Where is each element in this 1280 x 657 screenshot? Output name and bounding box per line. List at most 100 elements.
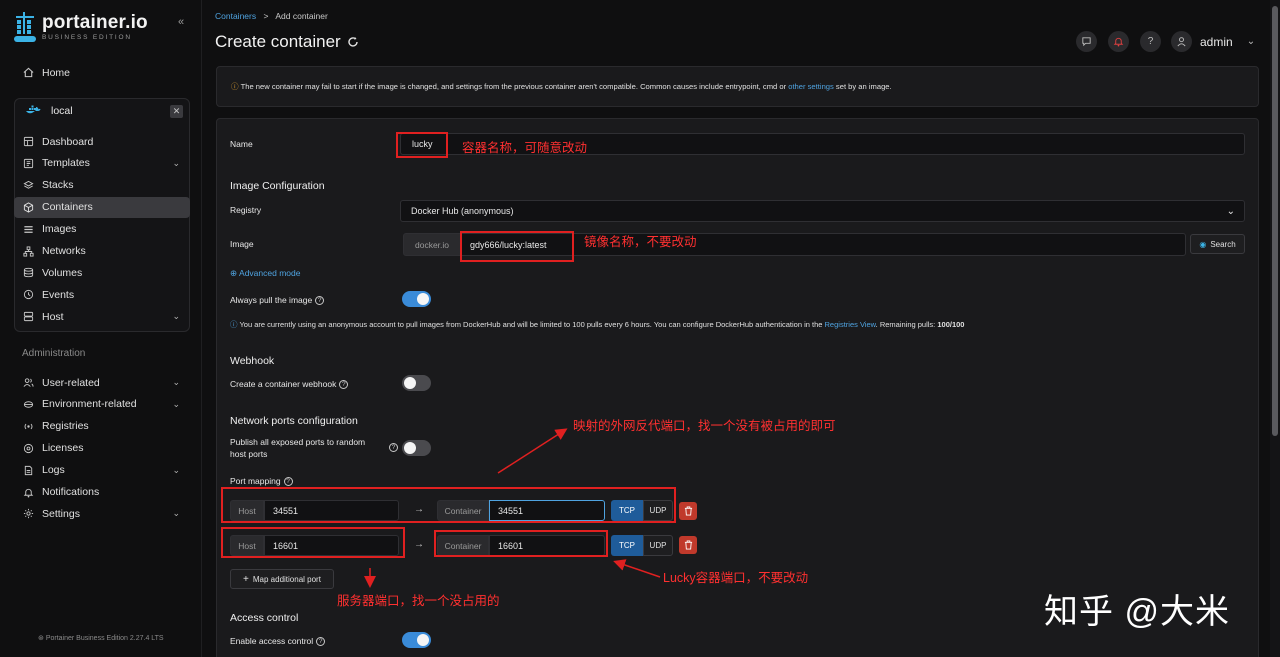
sidebar-item-networks[interactable]: Networks bbox=[14, 241, 190, 262]
logo[interactable]: portainer.io BUSINESS EDITION bbox=[14, 12, 148, 44]
breadcrumb-containers-link[interactable]: Containers bbox=[215, 11, 256, 21]
refresh-icon[interactable] bbox=[347, 36, 359, 48]
page-title: Create container bbox=[215, 32, 359, 52]
close-environment-icon[interactable]: ✕ bbox=[170, 105, 183, 118]
version-text: Portainer Business Edition 2.27.4 LTS bbox=[45, 635, 164, 642]
dockerhub-info-mid: . Remaining pulls: bbox=[875, 320, 938, 329]
other-settings-link[interactable]: other settings bbox=[788, 82, 834, 91]
bell-icon bbox=[22, 486, 34, 498]
volumes-icon bbox=[22, 267, 34, 279]
trash-icon bbox=[684, 540, 692, 550]
licenses-icon bbox=[22, 442, 34, 454]
warning-card: ⓘ The new container may fail to start if… bbox=[216, 66, 1259, 107]
app-root: portainer.io BUSINESS EDITION « Home loc… bbox=[0, 0, 1280, 657]
help-icon[interactable]: ? bbox=[283, 477, 293, 487]
registries-view-link[interactable]: Registries View bbox=[825, 320, 876, 329]
registry-value: Docker Hub (anonymous) bbox=[411, 206, 514, 216]
advanced-mode-link[interactable]: ⊕ Advanced mode bbox=[230, 268, 300, 279]
sidebar-item-logs[interactable]: Logs ⌄ bbox=[14, 460, 190, 481]
remove-port-button[interactable] bbox=[679, 502, 697, 520]
sidebar-item-label: Environment-related bbox=[42, 398, 137, 411]
info-icon: ⓘ bbox=[230, 320, 238, 329]
remove-port-button[interactable] bbox=[679, 536, 697, 554]
annotation-box-name bbox=[396, 132, 448, 158]
help-button[interactable]: ? bbox=[1140, 31, 1161, 52]
access-control-toggle[interactable] bbox=[402, 632, 431, 648]
user-menu[interactable]: admin ⌄ bbox=[1171, 31, 1255, 52]
advanced-mode-text: Advanced mode bbox=[239, 268, 301, 278]
environment-header[interactable]: local bbox=[25, 105, 73, 117]
chevron-down-icon: ⌄ bbox=[172, 508, 180, 519]
publish-all-text-1: Publish all exposed ports to random bbox=[230, 437, 366, 447]
chevron-down-icon: ⌄ bbox=[172, 398, 180, 409]
access-control-label: Enable access control? bbox=[230, 636, 326, 647]
username: admin bbox=[1200, 34, 1233, 49]
sidebar-item-host[interactable]: Host ⌄ bbox=[14, 306, 190, 327]
sidebar-item-licenses[interactable]: Licenses bbox=[14, 438, 190, 459]
help-icon[interactable]: ? bbox=[316, 637, 326, 647]
sidebar-item-label: Licenses bbox=[42, 442, 84, 455]
publish-all-toggle[interactable] bbox=[402, 440, 431, 456]
warning-icon: ⓘ bbox=[231, 82, 239, 91]
image-registry-prefix: docker.io bbox=[403, 233, 461, 256]
sidebar-item-volumes[interactable]: Volumes bbox=[14, 262, 190, 283]
scrollbar-thumb[interactable] bbox=[1272, 6, 1278, 436]
portainer-small-icon: ⊛ bbox=[38, 635, 44, 642]
help-icon[interactable]: ? bbox=[339, 380, 349, 390]
sidebar-item-dashboard[interactable]: Dashboard bbox=[14, 131, 190, 152]
host-icon bbox=[22, 311, 34, 323]
sidebar-item-settings[interactable]: Settings ⌄ bbox=[14, 503, 190, 524]
user-avatar-icon bbox=[1171, 31, 1192, 52]
templates-icon bbox=[22, 157, 34, 169]
webhook-toggle[interactable] bbox=[402, 375, 431, 391]
sidebar-item-label: User-related bbox=[42, 376, 100, 389]
warning-text-after: set by an image. bbox=[833, 82, 892, 91]
bell-alert-icon bbox=[1113, 37, 1124, 47]
sidebar: portainer.io BUSINESS EDITION « Home loc… bbox=[0, 0, 202, 657]
chat-icon bbox=[1082, 37, 1091, 47]
annotation-box-host-port bbox=[221, 527, 405, 558]
sidebar-item-events[interactable]: Events bbox=[14, 284, 190, 305]
sidebar-item-notifications[interactable]: Notifications bbox=[14, 482, 190, 503]
environment-icon bbox=[22, 398, 34, 410]
chevron-down-icon: ⌄ bbox=[1226, 205, 1235, 217]
search-image-button[interactable]: ◉ Search bbox=[1190, 234, 1245, 254]
sidebar-item-environment-related[interactable]: Environment-related ⌄ bbox=[14, 394, 190, 415]
annotation-name-note: 容器名称，可随意改动 bbox=[462, 141, 588, 155]
registry-select[interactable]: Docker Hub (anonymous) ⌄ bbox=[400, 200, 1245, 222]
docker-icon bbox=[26, 105, 41, 114]
sidebar-item-user-related[interactable]: User-related ⌄ bbox=[14, 372, 190, 393]
map-additional-port-button[interactable]: + Map additional port bbox=[230, 569, 334, 589]
breadcrumb: Containers > Add container bbox=[215, 11, 328, 21]
collapse-sidebar-icon[interactable]: « bbox=[173, 14, 189, 30]
breadcrumb-separator: > bbox=[263, 11, 269, 21]
help-icon[interactable]: ? bbox=[315, 296, 325, 306]
networks-icon bbox=[22, 245, 34, 257]
home-icon bbox=[22, 67, 34, 79]
brand-edition: BUSINESS EDITION bbox=[42, 34, 132, 41]
page-scrollbar[interactable] bbox=[1270, 0, 1280, 657]
help-icon[interactable]: ? bbox=[389, 443, 398, 452]
udp-toggle[interactable]: UDP bbox=[643, 535, 673, 556]
sidebar-item-label: Settings bbox=[42, 507, 80, 520]
always-pull-toggle[interactable] bbox=[402, 291, 431, 307]
webhook-title: Webhook bbox=[230, 355, 275, 367]
sidebar-item-home[interactable]: Home bbox=[14, 62, 190, 83]
notifications-button[interactable] bbox=[1108, 31, 1129, 52]
sidebar-item-containers[interactable]: Containers bbox=[14, 196, 190, 218]
administration-label: Administration bbox=[22, 348, 86, 359]
dockerhub-info-text: You are currently using an anonymous acc… bbox=[239, 320, 825, 329]
tcp-toggle[interactable]: TCP bbox=[611, 535, 643, 556]
breadcrumb-current: Add container bbox=[275, 11, 328, 21]
sidebar-item-registries[interactable]: Registries bbox=[14, 416, 190, 437]
image-label: Image bbox=[230, 239, 254, 249]
feedback-button[interactable] bbox=[1076, 31, 1097, 52]
sidebar-item-stacks[interactable]: Stacks bbox=[14, 175, 190, 196]
warning-text: ⓘ The new container may fail to start if… bbox=[231, 81, 892, 92]
sidebar-item-images[interactable]: Images bbox=[14, 219, 190, 240]
sidebar-item-templates[interactable]: Templates ⌄ bbox=[14, 153, 190, 174]
remaining-pulls: 100/100 bbox=[937, 320, 965, 329]
sidebar-item-label: Images bbox=[42, 223, 77, 236]
docker-small-icon: ◉ bbox=[1199, 239, 1207, 249]
access-control-text: Enable access control bbox=[230, 636, 314, 646]
